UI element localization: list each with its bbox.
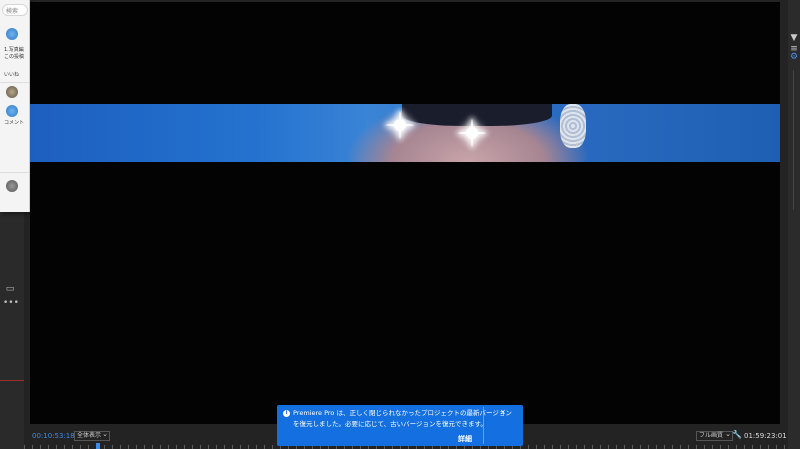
panel-icon[interactable]: ▭ bbox=[3, 284, 17, 294]
avatar[interactable] bbox=[6, 180, 18, 192]
comment-text-2: この投稿 bbox=[4, 54, 25, 60]
recovery-notification: i Premiere Pro は、正しく閉じられなかったプロジェクトの最新バージ… bbox=[277, 405, 523, 446]
panel-divider bbox=[0, 82, 29, 83]
sparkle-icon bbox=[458, 119, 486, 147]
comment-text-3: いいね bbox=[4, 72, 20, 78]
program-monitor[interactable] bbox=[30, 2, 780, 424]
info-icon: i bbox=[283, 410, 290, 417]
panel-search-input[interactable]: 検索 bbox=[2, 4, 28, 16]
close-icon[interactable]: × bbox=[500, 408, 506, 417]
scroll-track[interactable] bbox=[793, 70, 794, 210]
avatar[interactable] bbox=[6, 86, 18, 98]
premiere-workspace: ▭ ••• 検索 1.写真編 この投稿 いいね コメント ▼ ≡ ⚙ 00:10… bbox=[0, 0, 800, 449]
avatar[interactable] bbox=[6, 105, 18, 117]
timeline-marker-line bbox=[0, 380, 24, 381]
details-button[interactable]: 詳細 bbox=[458, 434, 472, 444]
sparkle-icon bbox=[386, 111, 414, 139]
video-frame bbox=[30, 104, 780, 162]
notification-divider bbox=[483, 407, 484, 444]
settings-icon[interactable]: ⚙ bbox=[788, 52, 800, 62]
notification-message-line1: Premiere Pro は、正しく閉じられなかったプロジェクトの最新バージョン bbox=[293, 409, 512, 417]
more-icon[interactable]: ••• bbox=[3, 298, 19, 308]
notification-message-line2: を復元しました。必要に応じて、古いバージョンを復元できます。 bbox=[293, 420, 487, 428]
panel-divider bbox=[0, 172, 29, 173]
lace-decoration bbox=[560, 104, 586, 148]
filter-icon[interactable]: ▼ bbox=[788, 33, 800, 43]
comment-text-1: 1.写真編 bbox=[4, 47, 24, 53]
panel-search-placeholder: 検索 bbox=[6, 8, 19, 15]
playback-quality-select[interactable]: フル画質 bbox=[696, 430, 734, 441]
playhead-handle[interactable] bbox=[96, 443, 100, 449]
zoom-level-select[interactable]: 全体表示 bbox=[74, 430, 111, 441]
wrench-icon[interactable]: 🔧 bbox=[732, 430, 742, 439]
comment-text-4: コメント bbox=[4, 120, 25, 126]
right-toolbar: ▼ ≡ ⚙ bbox=[788, 0, 800, 449]
floating-comment-panel: 検索 1.写真編 この投稿 いいね コメント bbox=[0, 0, 30, 212]
playhead-timecode[interactable]: 00:10:53:18 bbox=[32, 432, 75, 440]
duration-timecode: 01:59:23:01 bbox=[744, 432, 787, 440]
avatar[interactable] bbox=[6, 28, 18, 40]
